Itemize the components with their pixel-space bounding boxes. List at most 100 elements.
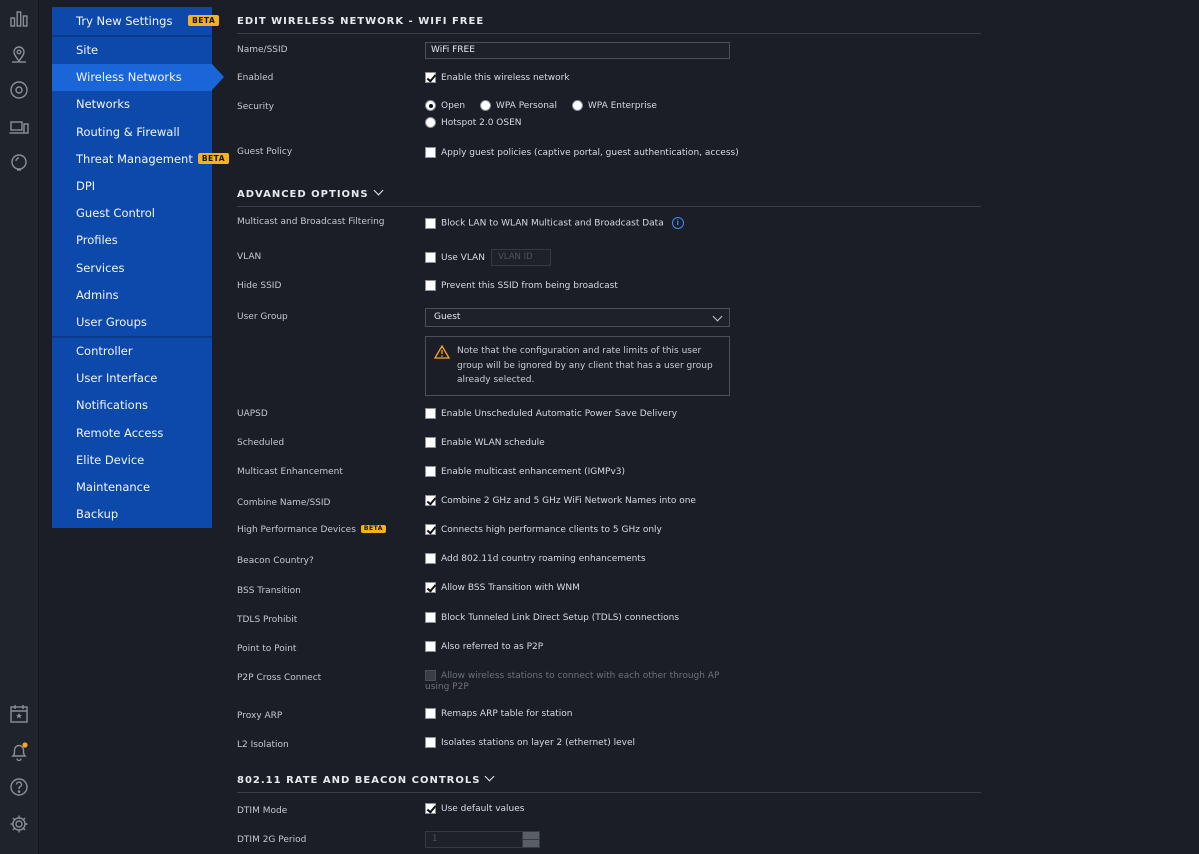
high-performance-devices-row: Connects high performance clients to 5 G… (425, 524, 662, 535)
beta-badge: BETA (360, 524, 386, 533)
tdls-prohibit-checkbox[interactable] (425, 612, 436, 623)
sidebar-item-user-groups[interactable]: User Groups (52, 309, 212, 336)
devices-icon[interactable] (9, 80, 29, 100)
sidebar-item-elite-device[interactable]: Elite Device (52, 447, 212, 474)
l2-isolation-text: Isolates stations on layer 2 (ethernet) … (441, 738, 636, 748)
proxy-arp-row: Remaps ARP table for station (425, 708, 573, 719)
sidebar-item-site[interactable]: Site (52, 37, 212, 64)
help-icon[interactable] (9, 777, 29, 797)
user-group-warning: Note that the configuration and rate lim… (425, 336, 730, 396)
security-wpa-personal-radio[interactable] (479, 100, 491, 111)
settings-gear-icon[interactable] (9, 814, 29, 834)
guest-policy-checkbox[interactable] (425, 147, 436, 158)
insights-icon[interactable] (9, 153, 29, 173)
combine-ssid-checkbox[interactable] (425, 495, 436, 506)
sidebar-item-guest-control[interactable]: Guest Control (52, 200, 212, 227)
sidebar-item-maintenance[interactable]: Maintenance (52, 474, 212, 501)
sidebar-item-wireless-networks[interactable]: Wireless Networks (52, 64, 224, 92)
proxy-arp-label: Proxy ARP (237, 711, 283, 721)
sidebar-item-label: Threat Management (76, 151, 193, 166)
vlan-label: VLAN (237, 252, 262, 262)
events-calendar-icon[interactable] (9, 704, 29, 724)
sidebar-item-backup[interactable]: Backup (52, 501, 212, 528)
vlan-row: Use VLAN VLAN ID (425, 249, 551, 266)
scheduled-checkbox[interactable] (425, 437, 436, 448)
alerts-bell-icon[interactable] (9, 741, 29, 761)
proxy-arp-checkbox[interactable] (425, 708, 436, 719)
advanced-options-toggle[interactable]: ADVANCED OPTIONS (237, 185, 981, 207)
tdls-prohibit-row: Block Tunneled Link Direct Setup (TDLS) … (425, 612, 679, 623)
name-ssid-label: Name/SSID (237, 45, 288, 55)
hide-ssid-checkbox[interactable] (425, 280, 436, 291)
map-icon[interactable] (9, 44, 29, 64)
dtim-mode-text: Use default values (441, 804, 525, 814)
page-title: EDIT WIRELESS NETWORK - WIFI FREE (237, 16, 981, 34)
vlan-id-input[interactable]: VLAN ID (490, 249, 551, 266)
dtim-2g-period-stepper[interactable] (522, 832, 539, 847)
point-to-point-text: Also referred to as P2P (441, 642, 544, 652)
icon-rail (0, 0, 39, 854)
dtim-2g-period-input[interactable]: 1 (425, 831, 540, 848)
sidebar-item-dpi[interactable]: DPI (52, 173, 212, 200)
scheduled-row: Enable WLAN schedule (425, 437, 545, 448)
name-ssid-input[interactable]: WiFi FREE (425, 42, 730, 59)
dtim-mode-checkbox[interactable] (425, 803, 436, 814)
sidebar-item-threat-management[interactable]: Threat Management BETA (52, 146, 230, 173)
try-new-settings-link[interactable]: Try New Settings BETA (52, 7, 220, 35)
clients-icon[interactable] (9, 118, 29, 138)
sidebar-item-routing-firewall[interactable]: Routing & Firewall (52, 119, 212, 146)
security-hotspot-radio[interactable] (425, 117, 436, 128)
l2-isolation-row: Isolates stations on layer 2 (ethernet) … (425, 737, 635, 748)
rate-beacon-toggle[interactable]: 802.11 RATE AND BEACON CONTROLS (237, 771, 981, 793)
high-performance-devices-checkbox[interactable] (425, 524, 436, 535)
sidebar-item-admins[interactable]: Admins (52, 282, 212, 309)
guest-policy-label: Guest Policy (237, 147, 293, 157)
bss-transition-text: Allow BSS Transition with WNM (441, 583, 580, 593)
p2p-cross-connect-checkbox (425, 670, 436, 681)
combine-ssid-row: Combine 2 GHz and 5 GHz WiFi Network Nam… (425, 495, 696, 506)
enabled-checkbox[interactable] (425, 72, 436, 83)
security-open-radio[interactable] (425, 100, 436, 111)
beacon-country-checkbox[interactable] (425, 553, 436, 564)
scheduled-label: Scheduled (237, 438, 285, 448)
warning-icon (434, 345, 450, 359)
sidebar-item-profiles[interactable]: Profiles (52, 227, 212, 254)
high-performance-devices-text-label: High Performance Devices (237, 525, 356, 535)
user-group-select[interactable]: Guest (425, 308, 730, 327)
combine-ssid-label: Combine Name/SSID (237, 498, 331, 508)
hide-ssid-row: Prevent this SSID from being broadcast (425, 280, 618, 291)
sidebar-item-controller[interactable]: Controller (52, 338, 212, 365)
combine-ssid-text: Combine 2 GHz and 5 GHz WiFi Network Nam… (441, 496, 696, 506)
security-wpa-personal-label: WPA Personal (495, 101, 557, 111)
multicast-filter-checkbox[interactable] (425, 217, 436, 229)
advanced-options-title: ADVANCED OPTIONS (237, 189, 369, 200)
multicast-enhancement-checkbox[interactable] (425, 466, 436, 477)
sidebar-item-services[interactable]: Services (52, 255, 212, 282)
proxy-arp-text: Remaps ARP table for station (441, 709, 573, 719)
sidebar-item-notifications[interactable]: Notifications (52, 392, 212, 419)
security-options: Open WPA Personal WPA Enterprise (425, 100, 657, 111)
security-open-label: Open (441, 101, 466, 111)
multicast-filter-text: Block LAN to WLAN Multicast and Broadcas… (441, 218, 664, 229)
user-group-label: User Group (237, 312, 288, 322)
guest-policy-row: Apply guest policies (captive portal, gu… (425, 147, 739, 158)
statistics-icon[interactable] (9, 8, 29, 28)
security-wpa-enterprise-radio[interactable] (571, 100, 583, 111)
uapsd-label: UAPSD (237, 409, 268, 419)
uapsd-checkbox[interactable] (425, 408, 436, 419)
bss-transition-checkbox[interactable] (425, 582, 436, 593)
sidebar-item-remote-access[interactable]: Remote Access (52, 420, 212, 447)
point-to-point-checkbox[interactable] (425, 641, 436, 652)
enabled-row: Enable this wireless network (425, 72, 570, 83)
tdls-prohibit-text: Block Tunneled Link Direct Setup (TDLS) … (441, 613, 680, 623)
sidebar-item-user-interface[interactable]: User Interface (52, 365, 212, 392)
vlan-text: Use VLAN (441, 253, 485, 263)
vlan-checkbox[interactable] (425, 252, 436, 263)
dtim-2g-period-label: DTIM 2G Period (237, 835, 307, 845)
info-icon[interactable]: i (671, 217, 684, 229)
uapsd-text: Enable Unscheduled Automatic Power Save … (441, 409, 678, 419)
hide-ssid-label: Hide SSID (237, 281, 282, 291)
sidebar-item-networks[interactable]: Networks (52, 91, 212, 118)
l2-isolation-checkbox[interactable] (425, 737, 436, 748)
point-to-point-label: Point to Point (237, 644, 297, 654)
